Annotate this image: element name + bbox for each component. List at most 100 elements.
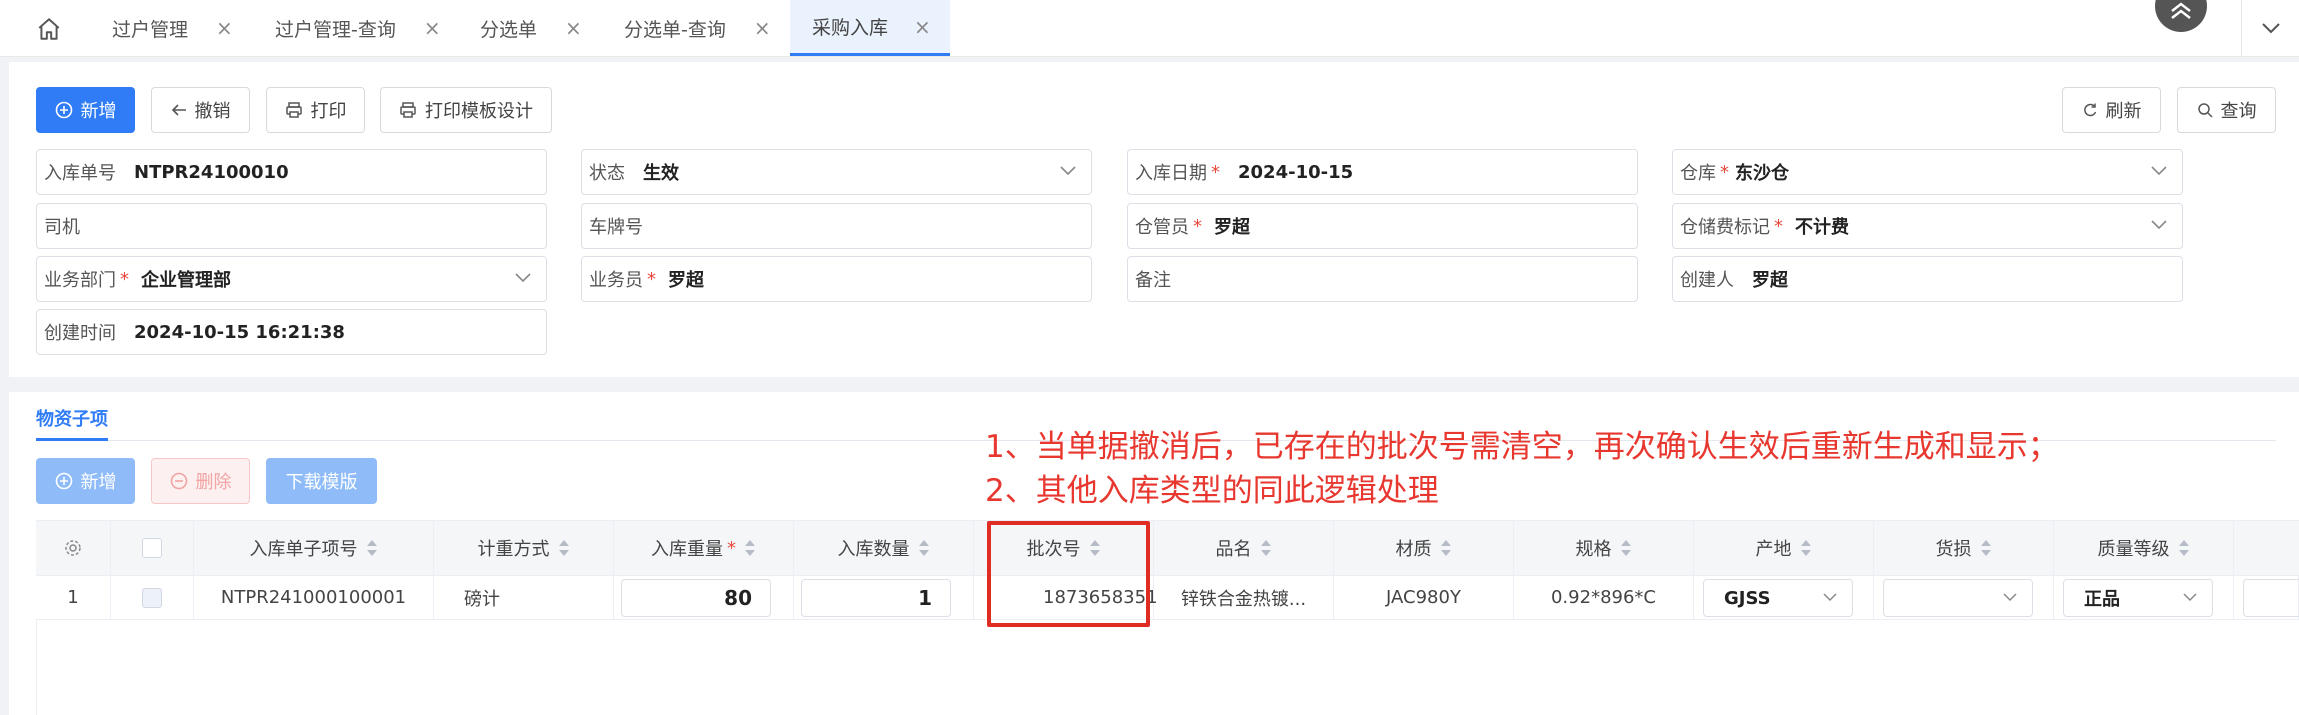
cell-qty: 1: [794, 576, 974, 619]
add-button-label: 新增: [80, 101, 117, 122]
download-template-button[interactable]: 下载模版: [266, 458, 377, 504]
sort-icon: [366, 540, 377, 556]
col-spec[interactable]: 规格: [1514, 521, 1694, 575]
chevron-down-icon: [1060, 166, 1076, 176]
tab-label: 分选单: [480, 18, 538, 41]
grade-select[interactable]: 正品: [2063, 579, 2213, 617]
item-delete-button[interactable]: 删除: [151, 458, 250, 504]
keeper-field[interactable]: 仓管员 * 罗超: [1127, 203, 1638, 249]
query-button[interactable]: 查询: [2177, 87, 2276, 133]
chevron-down-icon: [2003, 593, 2017, 602]
item-add-button[interactable]: 新增: [36, 458, 135, 504]
chevron-down-icon: [2151, 220, 2167, 230]
tab-label: 过户管理-查询: [275, 18, 396, 41]
tab-transfer-query[interactable]: 过户管理-查询 ×: [275, 0, 441, 56]
refresh-button[interactable]: 刷新: [2062, 87, 2161, 133]
tabs-dropdown-button[interactable]: [2241, 0, 2299, 56]
close-icon[interactable]: ×: [754, 16, 771, 40]
status-select[interactable]: 状态 生效: [581, 149, 1092, 195]
col-origin[interactable]: 产地: [1694, 521, 1874, 575]
sort-icon: [558, 540, 569, 556]
cell-grade: 正品: [2054, 576, 2234, 619]
sort-icon: [1980, 540, 1991, 556]
revoke-button[interactable]: 撤销: [151, 87, 250, 133]
tab-label: 过户管理: [112, 18, 189, 41]
column-settings-icon[interactable]: [36, 521, 111, 575]
print-button[interactable]: 打印: [266, 87, 365, 133]
cell-material: JAC980Y: [1334, 576, 1514, 619]
refresh-button-label: 刷新: [2105, 101, 2142, 122]
table-empty-area: [36, 620, 37, 715]
row-checkbox[interactable]: [111, 576, 194, 619]
remark-field[interactable]: 备注: [1127, 256, 1638, 302]
plate-field[interactable]: 车牌号: [581, 203, 1092, 249]
cell-origin: GJSS: [1694, 576, 1874, 619]
annotation-line-2: 2、其他入库类型的同此逻辑处理: [985, 473, 1439, 509]
warehouse-select[interactable]: 仓库 * 东沙仓: [1672, 149, 2183, 195]
order-no-field[interactable]: 入库单号 NTPR24100010: [36, 149, 547, 195]
add-button[interactable]: 新增: [36, 87, 135, 133]
salesman-field[interactable]: 业务员 * 罗超: [581, 256, 1092, 302]
printer-icon: [285, 102, 302, 118]
printer-icon: [400, 102, 416, 118]
tab-sorting[interactable]: 分选单 ×: [480, 0, 582, 56]
in-date-field[interactable]: 入库日期 * 2024-10-15: [1127, 149, 1638, 195]
arrow-left-icon: [171, 104, 186, 116]
col-item-no[interactable]: 入库单子项号: [194, 521, 434, 575]
col-damage[interactable]: 货损: [1874, 521, 2054, 575]
tab-transfer-mgmt[interactable]: 过户管理 ×: [112, 0, 233, 56]
tab-material-items[interactable]: 物资子项: [36, 405, 108, 431]
col-material[interactable]: 材质: [1334, 521, 1514, 575]
select-all-checkbox[interactable]: [111, 521, 194, 575]
double-chevron-up-icon: [2171, 2, 2191, 19]
home-icon[interactable]: [36, 16, 64, 44]
tab-bar: 过户管理 × 过户管理-查询 × 分选单 × 分选单-查询 × 采购入库 ×: [0, 0, 2299, 57]
origin-select[interactable]: GJSS: [1703, 579, 1853, 617]
close-icon[interactable]: ×: [216, 16, 233, 40]
item-delete-label: 删除: [195, 472, 232, 493]
close-icon[interactable]: ×: [565, 16, 582, 40]
creator-field[interactable]: 创建人 罗超: [1672, 256, 2183, 302]
chevron-down-icon: [2183, 593, 2197, 602]
sort-icon: [1800, 540, 1811, 556]
highlight-box: [987, 521, 1150, 627]
cell-weight: 80: [614, 576, 794, 619]
sort-icon: [918, 540, 929, 556]
plus-circle-icon: [55, 472, 72, 490]
annotation-line-1: 1、当单据撤消后，已存在的批次号需清空，再次确认生效后重新生成和显示；: [985, 429, 2059, 465]
cell-product: 锌铁合金热镀...: [1154, 576, 1334, 619]
col-weight[interactable]: 入库重量 *: [614, 521, 794, 575]
plus-circle-icon: [55, 101, 72, 119]
table-row[interactable]: 1 NTPR241000100001 磅计 80 1 1873658351 锌铁…: [36, 576, 2299, 620]
weight-input[interactable]: 80: [621, 579, 771, 617]
sort-icon: [2178, 540, 2189, 556]
col-qty[interactable]: 入库数量: [794, 521, 974, 575]
sort-icon: [1440, 540, 1451, 556]
scroll-top-button[interactable]: [2155, 0, 2207, 32]
cell-weigh-mode: 磅计: [434, 576, 614, 619]
qty-input[interactable]: 1: [801, 579, 951, 617]
download-template-label: 下载模版: [285, 472, 358, 493]
subtab-active-indicator: [36, 438, 108, 441]
close-icon[interactable]: ×: [914, 15, 931, 39]
col-product[interactable]: 品名: [1154, 521, 1334, 575]
print-template-button-label: 打印模板设计: [425, 101, 533, 122]
driver-field[interactable]: 司机: [36, 203, 547, 249]
damage-select[interactable]: [1883, 579, 2033, 617]
tab-sorting-query[interactable]: 分选单-查询 ×: [624, 0, 771, 56]
query-button-label: 查询: [2220, 101, 2257, 122]
tab-purchase-inbound[interactable]: 采购入库 ×: [790, 0, 950, 56]
overflow-input[interactable]: [2243, 579, 2299, 617]
print-template-button[interactable]: 打印模板设计: [380, 87, 552, 133]
dept-select[interactable]: 业务部门 * 企业管理部: [36, 256, 547, 302]
chevron-down-icon: [1823, 593, 1837, 602]
created-at-field[interactable]: 创建时间 2024-10-15 16:21:38: [36, 309, 547, 355]
col-weigh-mode[interactable]: 计重方式: [434, 521, 614, 575]
close-icon[interactable]: ×: [424, 16, 441, 40]
storage-fee-select[interactable]: 仓储费标记 * 不计费: [1672, 203, 2183, 249]
sort-icon: [1260, 540, 1271, 556]
sort-icon: [745, 540, 755, 556]
tab-label: 采购入库: [812, 17, 889, 39]
search-icon: [2197, 103, 2213, 118]
col-grade[interactable]: 质量等级: [2054, 521, 2234, 575]
